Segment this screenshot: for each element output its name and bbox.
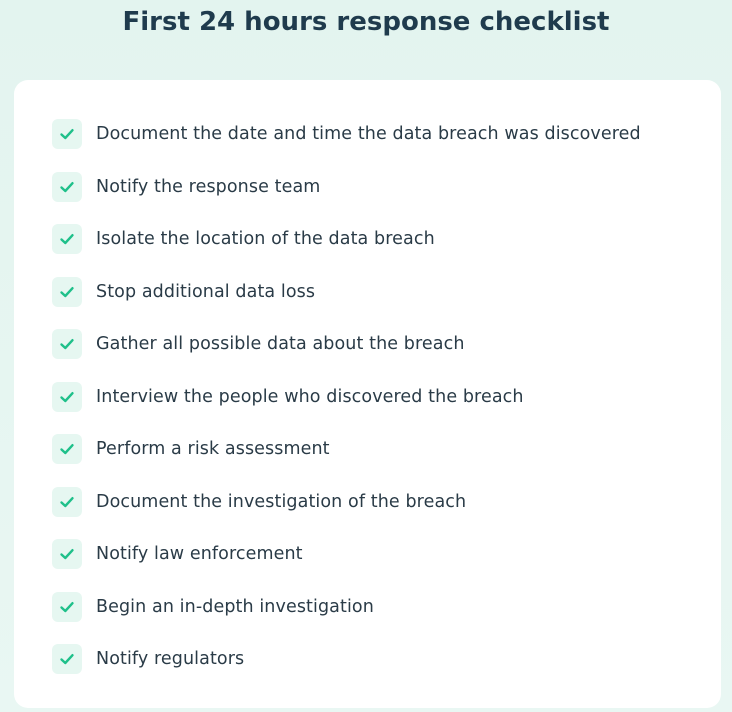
checklist-item-label: Document the investigation of the breach <box>96 491 467 512</box>
checklist-item-label: Begin an in-depth investigation <box>96 596 374 617</box>
checkmark-icon <box>52 486 82 517</box>
checklist: Document the date and time the data brea… <box>52 118 641 696</box>
checklist-item: Isolate the location of the data breach <box>52 223 641 255</box>
checkmark-icon <box>52 381 82 412</box>
checklist-card: Document the date and time the data brea… <box>14 80 721 708</box>
checkmark-icon <box>52 434 82 464</box>
checklist-item: Notify law enforcement <box>52 538 641 570</box>
checklist-item-label: Interview the people who discovered the … <box>96 386 524 407</box>
checkmark-icon <box>52 539 82 569</box>
checklist-item: Gather all possible data about the breac… <box>52 328 641 360</box>
checklist-item-label: Notify the response team <box>96 176 321 197</box>
checkmark-icon <box>52 276 82 307</box>
checkmark-icon <box>52 329 82 359</box>
checklist-item: Notify regulators <box>52 643 641 675</box>
checkmark-icon <box>52 644 82 674</box>
checklist-item-label: Gather all possible data about the breac… <box>96 334 465 354</box>
checklist-item: Document the investigation of the breach <box>52 486 641 518</box>
checklist-item: Notify the response team <box>52 171 641 203</box>
checkmark-icon <box>52 119 82 149</box>
checkmark-icon <box>52 224 82 254</box>
checklist-item-label: Perform a risk assessment <box>96 439 330 459</box>
checklist-item: Document the date and time the data brea… <box>52 118 641 150</box>
page-title: First 24 hours response checklist <box>122 7 610 37</box>
checklist-item: Interview the people who discovered the … <box>52 381 641 413</box>
checklist-item: Begin an in-depth investigation <box>52 591 641 623</box>
checklist-item-label: Document the date and time the data brea… <box>96 124 641 144</box>
checklist-item-label: Stop additional data loss <box>96 281 316 302</box>
checkmark-icon <box>52 171 82 202</box>
checkmark-icon <box>52 591 82 622</box>
checklist-item: Stop additional data loss <box>52 276 641 308</box>
checklist-item: Perform a risk assessment <box>52 433 641 465</box>
checklist-item-label: Notify law enforcement <box>96 544 303 564</box>
checklist-item-label: Isolate the location of the data breach <box>96 229 435 249</box>
checklist-item-label: Notify regulators <box>96 649 245 669</box>
